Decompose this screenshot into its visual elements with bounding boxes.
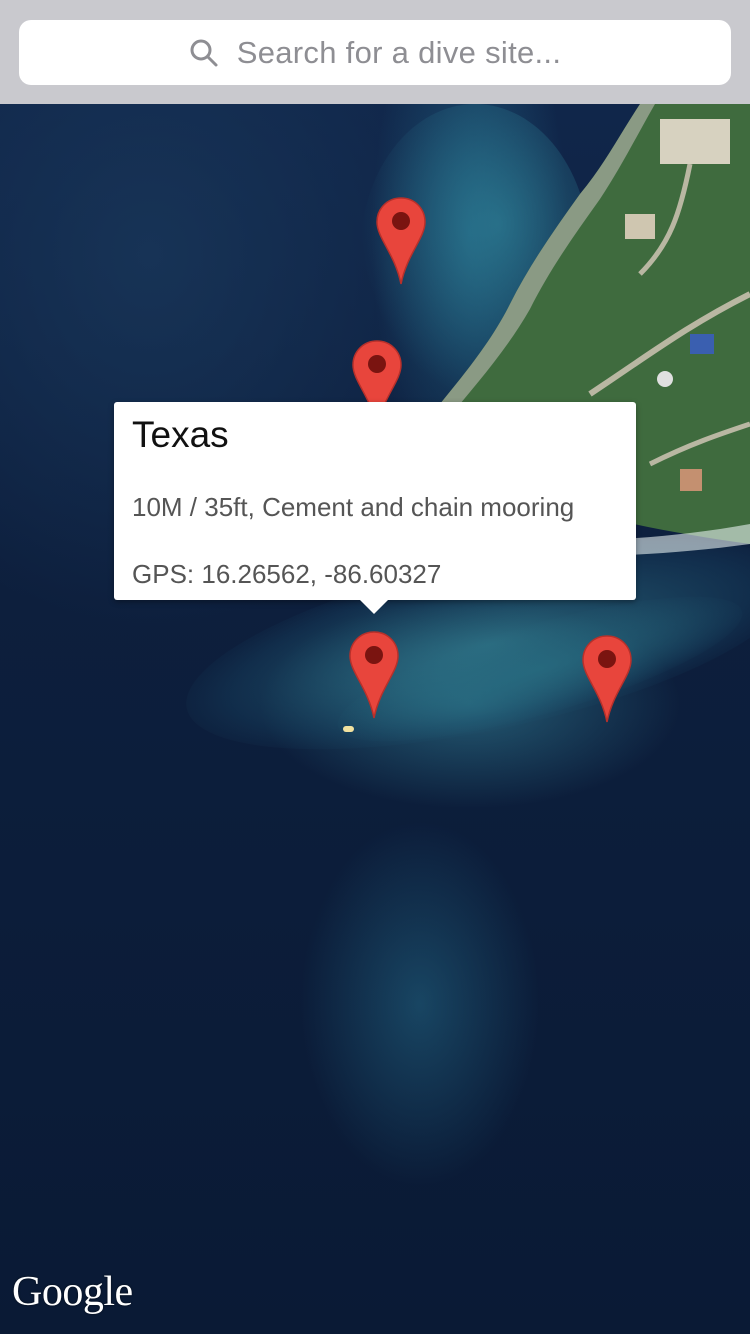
dive-site-gps: GPS: 16.26562, -86.60327 [132, 559, 442, 589]
dive-site-details: 10M / 35ft, Cement and chain mooring [132, 492, 575, 522]
satellite-map[interactable] [0, 104, 750, 1334]
marker-texas[interactable] [348, 630, 400, 720]
boat [343, 726, 354, 732]
search-bar: Search for a dive site... [0, 0, 750, 104]
search-input[interactable]: Search for a dive site... [19, 20, 731, 85]
dive-site-title: Texas [132, 414, 229, 455]
search-icon [189, 38, 219, 68]
google-logo: Google [12, 1269, 133, 1315]
marker-1[interactable] [375, 196, 427, 286]
info-window-pointer [360, 600, 388, 614]
search-placeholder: Search for a dive site... [236, 34, 562, 70]
marker-4[interactable] [581, 634, 633, 724]
marker-info-window[interactable]: Texas 10M / 35ft, Cement and chain moori… [114, 402, 636, 614]
